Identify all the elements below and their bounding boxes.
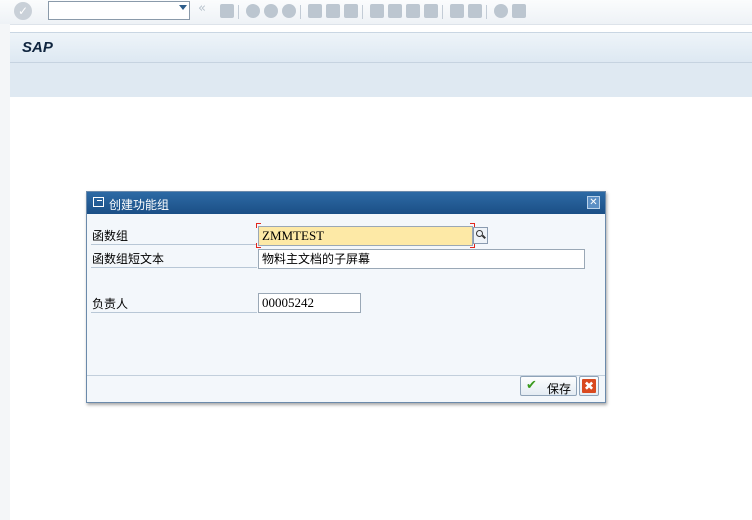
save-icon[interactable] xyxy=(220,4,234,18)
chevron-down-icon[interactable] xyxy=(179,5,187,10)
back-icon[interactable] xyxy=(246,4,260,18)
find-next-icon[interactable] xyxy=(344,4,358,18)
command-field[interactable] xyxy=(48,1,190,20)
save-button[interactable]: ✔ 保存 xyxy=(520,376,577,396)
person-responsible-label: 负责人 xyxy=(91,295,257,313)
first-page-icon[interactable] xyxy=(370,4,384,18)
person-responsible-input[interactable]: 00005242 xyxy=(258,293,361,313)
save-button-label: 保存 xyxy=(547,382,572,396)
left-rail xyxy=(0,24,10,520)
toolbar-separator xyxy=(238,5,239,19)
application-toolbar xyxy=(10,62,752,98)
previous-page-icon[interactable] xyxy=(388,4,402,18)
required-marker xyxy=(256,223,261,228)
exit-icon[interactable] xyxy=(264,4,278,18)
enter-icon[interactable]: ✓ xyxy=(14,2,32,20)
cancel-button[interactable]: ✖ xyxy=(579,376,599,396)
title-bar: SAP xyxy=(10,32,752,63)
function-group-input[interactable]: ZMMTEST xyxy=(258,226,473,246)
dialog-title: 创建功能组 xyxy=(109,198,170,212)
value-help-button[interactable] xyxy=(473,227,488,244)
print-icon[interactable] xyxy=(308,4,322,18)
cancel-icon: ✖ xyxy=(582,379,596,393)
create-function-group-dialog: 创建功能组 ✕ 函数组 ZMMTEST 函数组短文本 物料主文档的子屏幕 负责人… xyxy=(86,191,606,403)
collapse-icon[interactable]: « xyxy=(198,1,206,16)
shortcut-icon[interactable] xyxy=(468,4,482,18)
check-icon: ✔ xyxy=(526,378,537,393)
required-marker xyxy=(256,243,261,248)
toolbar-separator xyxy=(442,5,443,19)
create-session-icon[interactable] xyxy=(450,4,464,18)
toolbar-separator xyxy=(362,5,363,19)
next-page-icon[interactable] xyxy=(406,4,420,18)
last-page-icon[interactable] xyxy=(424,4,438,18)
layout-menu-icon[interactable] xyxy=(512,4,526,18)
function-group-label: 函数组 xyxy=(91,227,257,245)
system-toolbar: ✓ « xyxy=(0,0,752,25)
find-icon[interactable] xyxy=(326,4,340,18)
cancel-icon[interactable] xyxy=(282,4,296,18)
short-text-input[interactable]: 物料主文档的子屏幕 xyxy=(258,249,585,269)
dialog-icon xyxy=(93,197,104,207)
toolbar-separator xyxy=(300,5,301,19)
help-icon[interactable] xyxy=(494,4,508,18)
dialog-title-bar: 创建功能组 ✕ xyxy=(87,192,605,214)
toolbar-separator xyxy=(486,5,487,19)
close-icon[interactable]: ✕ xyxy=(587,196,600,209)
short-text-label: 函数组短文本 xyxy=(91,250,257,268)
page-title: SAP xyxy=(22,39,53,56)
